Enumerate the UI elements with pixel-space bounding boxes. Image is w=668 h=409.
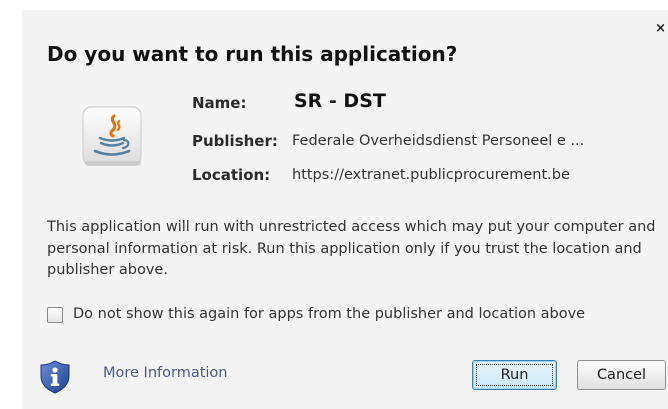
- location-value: https://extranet.publicprocurement.be: [292, 167, 570, 183]
- close-icon[interactable]: ×: [655, 22, 666, 35]
- dialog-title: Do you want to run this application?: [47, 42, 458, 66]
- security-warning-text: This application will run with unrestric…: [47, 219, 656, 278]
- run-application-dialog: × Do you want to run this application? N…: [22, 10, 668, 409]
- cancel-button[interactable]: Cancel: [577, 360, 666, 390]
- more-information-link[interactable]: More Information: [103, 365, 228, 381]
- app-name: SR - DST: [294, 90, 386, 112]
- run-button-label: Run: [500, 367, 529, 383]
- run-button[interactable]: Run: [472, 360, 557, 390]
- do-not-show-again-label[interactable]: Do not show this again for apps from the…: [73, 306, 585, 322]
- location-label: Location:: [192, 166, 271, 184]
- do-not-show-again-checkbox[interactable]: [47, 307, 63, 323]
- name-label: Name:: [192, 94, 247, 112]
- info-shield-icon: [40, 360, 70, 394]
- java-cup-icon: [80, 104, 146, 170]
- publisher-value: Federale Overheidsdienst Personeel e ...: [292, 133, 585, 149]
- publisher-label: Publisher:: [192, 132, 278, 150]
